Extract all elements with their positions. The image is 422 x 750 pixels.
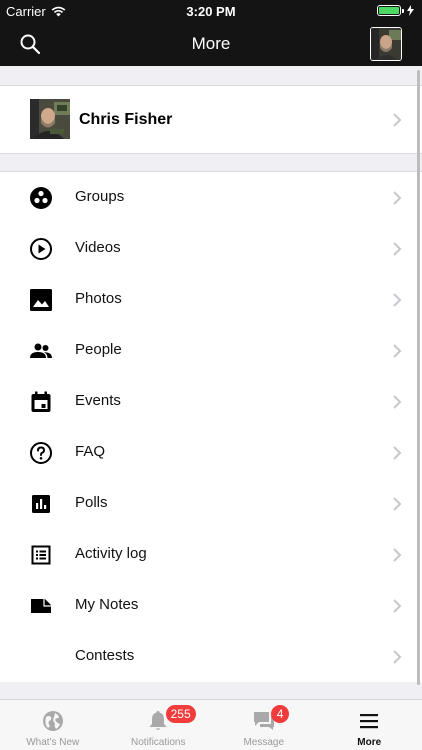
avatar	[30, 99, 70, 139]
chevron-right-icon	[393, 599, 402, 613]
tab-label: More	[357, 737, 382, 748]
chevron-right-icon	[393, 344, 402, 358]
chevron-right-icon	[393, 395, 402, 409]
play-circle-icon	[30, 238, 52, 260]
menu-item-videos[interactable]: Videos	[0, 223, 422, 274]
menu-item-my-notes[interactable]: My Notes	[0, 580, 422, 631]
message-badge: 4	[271, 705, 290, 723]
list-icon	[31, 545, 51, 565]
avatar	[371, 28, 401, 60]
status-time: 3:20 PM	[186, 4, 236, 19]
battery-indicator	[377, 5, 414, 16]
navigation-bar: More	[0, 22, 422, 66]
tab-label: Notifications	[131, 737, 186, 748]
status-bar: Carrier 3:20 PM	[0, 0, 422, 22]
menu-item-label: Polls	[75, 494, 108, 511]
page-title: More	[191, 34, 231, 53]
tab-label: What's New	[26, 737, 80, 748]
menu-item-contests[interactable]: Contests	[0, 631, 422, 682]
photo-icon	[30, 289, 52, 311]
chevron-right-icon	[393, 650, 402, 664]
menu-item-label: FAQ	[75, 443, 106, 460]
menu-item-label: Groups	[75, 188, 125, 205]
menu-item-photos[interactable]: Photos	[0, 274, 422, 325]
calendar-icon	[31, 391, 51, 412]
menu-item-events[interactable]: Events	[0, 376, 422, 427]
globe-icon	[42, 711, 63, 731]
note-icon	[31, 599, 51, 613]
groups-icon	[30, 187, 52, 209]
menu-item-polls[interactable]: Polls	[0, 478, 422, 529]
menu-item-people[interactable]: People	[0, 325, 422, 376]
people-icon	[30, 343, 52, 358]
chevron-right-icon	[393, 293, 402, 307]
menu-list: Groups Videos Photos People Events FAQ P…	[0, 172, 422, 682]
tab-more[interactable]: More	[317, 700, 422, 750]
chevron-right-icon	[393, 191, 402, 205]
scrollbar[interactable]	[417, 70, 420, 685]
tab-whats-new[interactable]: What's New	[0, 700, 106, 750]
notifications-badge: 255	[165, 705, 196, 723]
chevron-right-icon	[393, 548, 402, 562]
tab-message[interactable]: 4 Message	[211, 700, 317, 750]
menu-item-activity-log[interactable]: Activity log	[0, 529, 422, 580]
menu-item-label: Activity log	[75, 545, 147, 562]
menu-item-label: People	[75, 341, 122, 358]
chevron-right-icon	[393, 497, 402, 511]
profile-row[interactable]: Chris Fisher	[0, 85, 422, 153]
user-avatar-button[interactable]	[370, 27, 402, 61]
menu-item-groups[interactable]: Groups	[0, 172, 422, 223]
charging-icon	[407, 5, 414, 16]
chevron-right-icon	[393, 113, 402, 127]
menu-item-faq[interactable]: FAQ	[0, 427, 422, 478]
tab-bar: What's New 255 Notifications 4 Message M…	[0, 699, 422, 750]
menu-icon	[360, 714, 379, 729]
battery-icon	[377, 5, 401, 16]
profile-name: Chris Fisher	[79, 111, 173, 128]
menu-item-label: Videos	[75, 239, 121, 256]
tab-label: Message	[243, 737, 285, 748]
more-menu-content[interactable]: Chris Fisher Groups Videos Photos People…	[0, 66, 422, 699]
chevron-right-icon	[393, 242, 402, 256]
menu-item-label: Contests	[75, 647, 135, 664]
help-circle-icon	[30, 442, 52, 464]
profile-avatar	[30, 99, 70, 139]
menu-item-label: My Notes	[75, 596, 139, 613]
poll-icon	[32, 495, 50, 513]
menu-item-label: Events	[75, 392, 121, 409]
menu-item-label: Photos	[75, 290, 122, 307]
tab-notifications[interactable]: 255 Notifications	[106, 700, 212, 750]
chevron-right-icon	[393, 446, 402, 460]
